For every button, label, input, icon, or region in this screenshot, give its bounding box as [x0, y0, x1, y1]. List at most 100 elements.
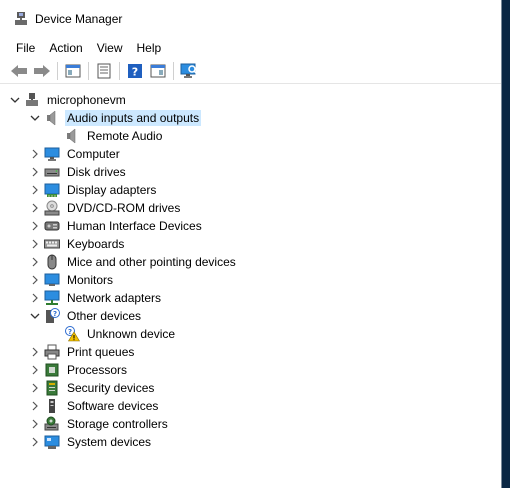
- storage-controller-icon: [44, 416, 60, 432]
- menu-help[interactable]: Help: [130, 39, 169, 57]
- collapsed-chevron-icon[interactable]: [29, 433, 41, 451]
- tree-item-dvd-cd-rom-drives[interactable]: DVD/CD-ROM drives: [29, 199, 182, 217]
- toolbar: ?: [0, 58, 501, 84]
- menu-file[interactable]: File: [9, 39, 42, 57]
- forward-button[interactable]: [31, 60, 53, 82]
- expanded-chevron-icon[interactable]: [29, 109, 41, 127]
- tree-item-human-interface-devices[interactable]: Human Interface Devices: [29, 217, 204, 235]
- collapsed-chevron-icon[interactable]: [29, 235, 41, 253]
- display-adapter-icon: [44, 182, 60, 198]
- tree-item-other-devices[interactable]: ? Other devices: [29, 307, 143, 325]
- toolbar-separator: [88, 61, 89, 80]
- help-icon: ?: [128, 63, 142, 78]
- tree-item-label: Display adapters: [67, 183, 157, 197]
- tree-item-keyboards[interactable]: Keyboards: [29, 235, 126, 253]
- collapsed-chevron-icon[interactable]: [29, 361, 41, 379]
- tree-item-label: Keyboards: [67, 237, 125, 251]
- collapsed-chevron-icon[interactable]: [29, 217, 41, 235]
- tree-item-security-devices[interactable]: Security devices: [29, 379, 156, 397]
- tree-item-label: Software devices: [67, 399, 159, 413]
- scan-hardware-icon: [180, 63, 198, 78]
- collapsed-chevron-icon[interactable]: [29, 343, 41, 361]
- tree-item-unknown-device[interactable]: ? Unknown device: [64, 325, 177, 343]
- properties-icon: [97, 63, 111, 78]
- tree-item-network-adapters[interactable]: Network adapters: [29, 289, 163, 307]
- tree-item-label: Print queues: [67, 345, 135, 359]
- tree-item-software-devices[interactable]: Software devices: [29, 397, 160, 415]
- scan-hardware-button[interactable]: [178, 60, 200, 82]
- device-manager-window: Device Manager File Action View Help ? m…: [0, 0, 502, 488]
- unknown-device-warning-icon: ?: [64, 326, 80, 342]
- menu-bar: File Action View Help: [0, 38, 501, 58]
- collapsed-chevron-icon[interactable]: [29, 163, 41, 181]
- tree-item-monitors[interactable]: Monitors: [29, 271, 115, 289]
- tree-item-label: Remote Audio: [87, 129, 163, 143]
- toolbar-separator: [57, 61, 58, 80]
- tree-item-root[interactable]: microphonevm: [9, 91, 128, 109]
- collapsed-chevron-icon[interactable]: [29, 253, 41, 271]
- show-hide-console-tree-icon: [65, 64, 81, 77]
- tree-item-audio-inputs-and-outputs[interactable]: Audio inputs and outputs: [29, 109, 202, 127]
- collapsed-chevron-icon[interactable]: [29, 289, 41, 307]
- tree-item-print-queues[interactable]: Print queues: [29, 343, 136, 361]
- security-device-icon: [44, 380, 60, 396]
- speaker-icon: [64, 128, 80, 144]
- tree-item-mice[interactable]: Mice and other pointing devices: [29, 253, 238, 271]
- tree-item-label: Audio inputs and outputs: [65, 110, 202, 126]
- tree-item-label: Security devices: [67, 381, 155, 395]
- network-adapter-icon: [44, 290, 60, 306]
- monitor-icon: [44, 272, 60, 288]
- back-icon: [11, 64, 27, 77]
- collapsed-chevron-icon[interactable]: [29, 181, 41, 199]
- tree-item-display-adapters[interactable]: Display adapters: [29, 181, 158, 199]
- tree-item-processors[interactable]: Processors: [29, 361, 129, 379]
- window-title: Device Manager: [35, 12, 123, 26]
- properties-button[interactable]: [93, 60, 115, 82]
- tree-item-label: Other devices: [67, 309, 142, 323]
- software-device-icon: [44, 398, 60, 414]
- tree-item-label: System devices: [67, 435, 152, 449]
- collapsed-chevron-icon[interactable]: [29, 379, 41, 397]
- title-bar[interactable]: Device Manager: [0, 0, 501, 38]
- view-resources-button[interactable]: [147, 60, 169, 82]
- tree-root-label: microphonevm: [47, 93, 126, 107]
- tree-item-disk-drives[interactable]: Disk drives: [29, 163, 128, 181]
- collapsed-chevron-icon[interactable]: [29, 199, 41, 217]
- dvd-drive-icon: [44, 200, 60, 216]
- hid-icon: [44, 218, 60, 234]
- collapsed-chevron-icon[interactable]: [29, 397, 41, 415]
- tree-item-computer[interactable]: Computer: [29, 145, 122, 163]
- keyboard-icon: [44, 236, 60, 252]
- show-hide-console-tree-button[interactable]: [62, 60, 84, 82]
- tree-item-label: Mice and other pointing devices: [67, 255, 236, 269]
- tree-item-label: Computer: [67, 147, 120, 161]
- tree-item-system-devices[interactable]: System devices: [29, 433, 153, 451]
- printer-icon: [44, 344, 60, 360]
- svg-text:?: ?: [132, 65, 138, 78]
- computer-icon: [44, 146, 60, 162]
- system-devices-icon: [44, 434, 60, 450]
- tree-item-label: Human Interface Devices: [67, 219, 202, 233]
- menu-action[interactable]: Action: [42, 39, 89, 57]
- forward-icon: [34, 64, 50, 77]
- svg-text:?: ?: [53, 310, 57, 318]
- back-button[interactable]: [8, 60, 30, 82]
- help-button[interactable]: ?: [124, 60, 146, 82]
- tree-item-label: Disk drives: [67, 165, 126, 179]
- menu-view[interactable]: View: [90, 39, 130, 57]
- computer-tower-icon: [24, 92, 40, 108]
- tree-item-label: Monitors: [67, 273, 114, 287]
- expanded-chevron-icon[interactable]: [9, 91, 21, 109]
- tree-item-label: Unknown device: [87, 327, 176, 341]
- toolbar-separator: [173, 61, 174, 80]
- other-devices-icon: ?: [44, 308, 60, 324]
- collapsed-chevron-icon[interactable]: [29, 145, 41, 163]
- collapsed-chevron-icon[interactable]: [29, 415, 41, 433]
- tree-item-label: DVD/CD-ROM drives: [67, 201, 181, 215]
- svg-text:?: ?: [68, 328, 72, 336]
- tree-item-remote-audio[interactable]: Remote Audio: [64, 127, 164, 145]
- expanded-chevron-icon[interactable]: [29, 307, 41, 325]
- speaker-icon: [44, 110, 60, 126]
- collapsed-chevron-icon[interactable]: [29, 271, 41, 289]
- tree-item-storage-controllers[interactable]: Storage controllers: [29, 415, 170, 433]
